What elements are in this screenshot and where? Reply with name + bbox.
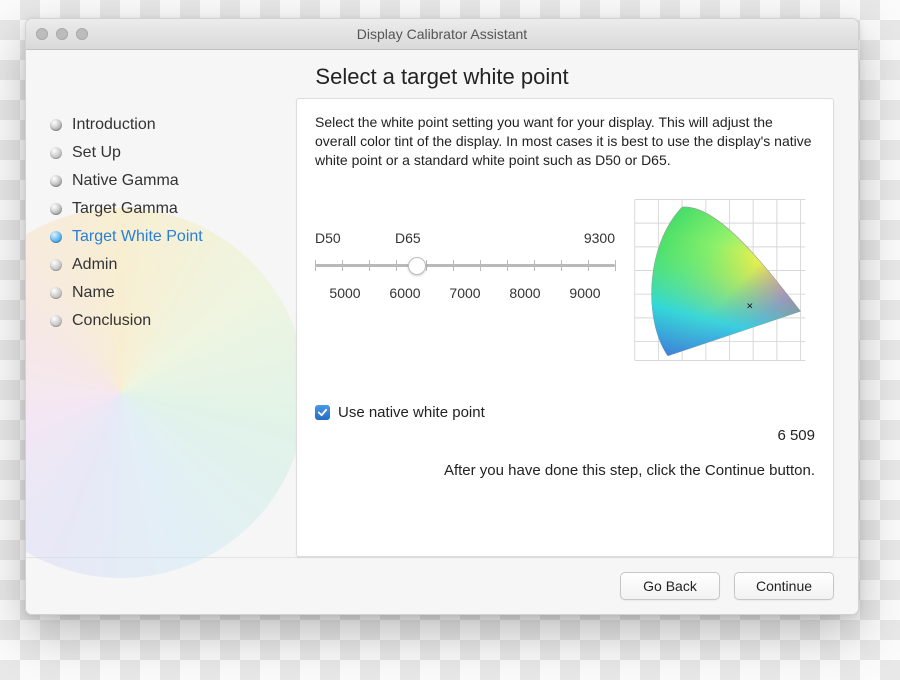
slider-thumb[interactable]: [408, 257, 426, 275]
slider-numeric-labels: 5000 6000 7000 8000 9000: [315, 285, 615, 301]
step-label: Set Up: [72, 144, 121, 162]
window-title: Display Calibrator Assistant: [26, 26, 858, 42]
gamut-diagram: ×: [625, 190, 815, 370]
step-set-up: Set Up: [50, 144, 296, 162]
step-label: Conclusion: [72, 312, 151, 330]
sidebar: Introduction Set Up Native Gamma Ta: [26, 98, 296, 557]
step-bullet-icon: [50, 175, 62, 187]
white-point-value: 6 509: [315, 427, 815, 444]
step-introduction: Introduction: [50, 116, 296, 134]
step-bullet-icon: [50, 259, 62, 271]
step-label: Name: [72, 284, 115, 302]
step-target-gamma: Target Gamma: [50, 200, 296, 218]
white-point-marker-icon: ×: [747, 300, 754, 312]
checkmark-icon: [317, 407, 328, 418]
use-native-checkbox[interactable]: [315, 405, 330, 420]
white-point-slider[interactable]: [315, 264, 615, 267]
slider-tick-9000: 9000: [555, 285, 615, 301]
slider-tick-6000: 6000: [375, 285, 435, 301]
step-name: Name: [50, 284, 296, 302]
button-label: Continue: [756, 578, 812, 594]
slider-label-9300: 9300: [505, 230, 615, 246]
step-native-gamma: Native Gamma: [50, 172, 296, 190]
step-bullet-icon: [50, 203, 62, 215]
description-text: Select the white point setting you want …: [315, 113, 815, 170]
button-label: Go Back: [643, 578, 697, 594]
step-bullet-icon: [50, 287, 62, 299]
slider-label-d65: D65: [395, 230, 505, 246]
page-title: Select a target white point: [26, 64, 858, 90]
step-bullet-icon: [50, 231, 62, 243]
step-label: Introduction: [72, 116, 156, 134]
slider-tick-8000: 8000: [495, 285, 555, 301]
step-bullet-icon: [50, 315, 62, 327]
step-bullet-icon: [50, 147, 62, 159]
step-conclusion: Conclusion: [50, 312, 296, 330]
slider-named-labels: D50 D65 9300: [315, 230, 615, 246]
go-back-button[interactable]: Go Back: [620, 572, 720, 600]
continue-hint: After you have done this step, click the…: [315, 462, 815, 479]
step-label: Target Gamma: [72, 200, 178, 218]
step-label: Admin: [72, 256, 117, 274]
content-panel: Select the white point setting you want …: [296, 98, 834, 557]
step-label: Target White Point: [72, 228, 203, 246]
step-bullet-icon: [50, 119, 62, 131]
step-admin: Admin: [50, 256, 296, 274]
titlebar: Display Calibrator Assistant: [26, 19, 858, 50]
slider-tick-5000: 5000: [315, 285, 375, 301]
step-label: Native Gamma: [72, 172, 179, 190]
slider-tick-7000: 7000: [435, 285, 495, 301]
use-native-label: Use native white point: [338, 404, 485, 421]
assistant-window: Display Calibrator Assistant Select a ta…: [25, 18, 859, 615]
step-target-white-point: Target White Point: [50, 228, 296, 246]
continue-button[interactable]: Continue: [734, 572, 834, 600]
